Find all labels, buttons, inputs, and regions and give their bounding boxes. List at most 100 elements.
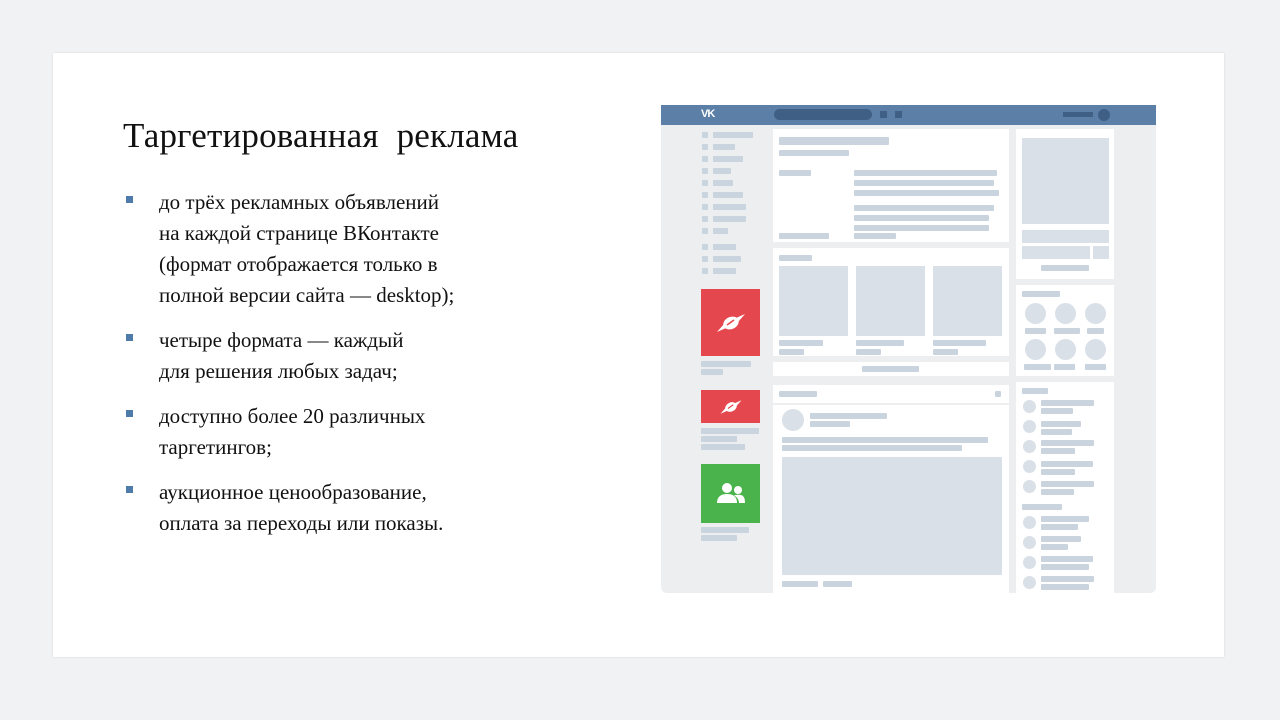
candy-icon	[716, 313, 745, 332]
ad-block-2[interactable]	[701, 390, 760, 423]
ad-text	[701, 527, 749, 533]
friend-name	[1087, 328, 1104, 334]
ad-block-3[interactable]	[701, 464, 760, 523]
slide: Таргетированная реклама до трёх рекламны…	[53, 53, 1224, 657]
menu-label	[713, 132, 753, 138]
menu-label	[713, 168, 731, 174]
bullet-line: аукционное ценообразование,	[159, 480, 427, 504]
group-name	[1041, 400, 1094, 406]
friend-name	[1025, 328, 1046, 334]
profile-photo[interactable]	[1022, 138, 1109, 224]
photo-thumb[interactable]	[856, 266, 925, 336]
friends-title	[1022, 291, 1060, 297]
post-date	[810, 421, 850, 427]
group-avatar[interactable]	[1023, 440, 1036, 453]
menu-label	[713, 244, 736, 250]
menu-icon	[702, 204, 708, 210]
bullet-item: доступно более 20 различных таргетингов;	[123, 401, 543, 463]
group-avatar[interactable]	[1023, 536, 1036, 549]
post-author-avatar[interactable]	[782, 409, 804, 431]
group-name	[1041, 516, 1089, 522]
friend-avatar[interactable]	[1085, 339, 1106, 360]
post-action[interactable]	[823, 581, 852, 587]
photo-thumb[interactable]	[933, 266, 1002, 336]
menu-label	[713, 204, 746, 210]
bullet-line: полной версии сайта — desktop);	[159, 283, 455, 307]
menu-label	[713, 180, 733, 186]
mockup-header: VK	[661, 105, 1156, 125]
group-meta	[1041, 544, 1068, 550]
menu-label	[713, 156, 743, 162]
profile-name	[779, 137, 889, 145]
avatar-icon	[1098, 109, 1110, 121]
group-meta	[1041, 524, 1078, 530]
bullet-list: до трёх рекламных объявлений на каждой с…	[123, 187, 543, 553]
friend-name	[1085, 364, 1106, 370]
group-avatar[interactable]	[1023, 556, 1036, 569]
group-meta	[1041, 469, 1075, 475]
post-author-name	[810, 413, 887, 419]
group-name	[1041, 461, 1093, 467]
photos-show-all[interactable]	[773, 362, 1009, 376]
ad-text	[701, 361, 751, 367]
friend-avatar[interactable]	[1085, 303, 1106, 324]
menu-icon	[702, 228, 708, 234]
menu-icon	[702, 256, 708, 262]
ad-text	[701, 535, 737, 541]
post-action[interactable]	[782, 581, 818, 587]
more-button[interactable]	[1093, 246, 1109, 259]
groups-subtitle	[1022, 504, 1062, 510]
friend-avatar[interactable]	[1025, 303, 1046, 324]
friends-block	[1016, 285, 1114, 376]
group-avatar[interactable]	[1023, 460, 1036, 473]
group-avatar[interactable]	[1023, 400, 1036, 413]
bullet-item: четыре формата — каждый для решения любы…	[123, 325, 543, 387]
info-value	[854, 215, 989, 221]
avatar-caption	[1041, 265, 1089, 271]
group-avatar[interactable]	[1023, 516, 1036, 529]
group-avatar[interactable]	[1023, 576, 1036, 589]
music-icon	[895, 111, 902, 118]
group-name	[1041, 440, 1094, 446]
bullet-line: на каждой странице ВКонтакте	[159, 221, 439, 245]
add-friend-button[interactable]	[1022, 246, 1090, 259]
menu-icon	[702, 192, 708, 198]
bell-icon	[880, 111, 887, 118]
group-name	[1041, 481, 1094, 487]
friend-name	[1054, 328, 1080, 334]
menu-icon	[702, 168, 708, 174]
group-name	[1041, 576, 1094, 582]
menu-icon	[702, 144, 708, 150]
friend-avatar[interactable]	[1025, 339, 1046, 360]
friend-avatar[interactable]	[1055, 303, 1076, 324]
bullet-line: оплата за переходы или показы.	[159, 511, 444, 535]
bullet-line: четыре формата — каждый	[159, 328, 404, 352]
message-button[interactable]	[1022, 230, 1109, 243]
bullet-marker	[126, 196, 133, 203]
menu-label	[713, 228, 728, 234]
group-avatar[interactable]	[1023, 420, 1036, 433]
vk-logo: VK	[701, 108, 715, 120]
group-meta	[1041, 408, 1073, 414]
group-meta	[1041, 429, 1072, 435]
groups-title	[1022, 388, 1048, 394]
menu-icon	[702, 268, 708, 274]
friend-name	[1054, 364, 1075, 370]
info-value	[854, 190, 999, 196]
photo-caption	[856, 340, 904, 346]
mockup-username	[1063, 112, 1093, 117]
photo-thumb[interactable]	[779, 266, 848, 336]
group-avatar[interactable]	[1023, 480, 1036, 493]
bullet-line: для решения любых задач;	[159, 359, 398, 383]
ad-block-1[interactable]	[701, 289, 760, 356]
community-icon	[716, 482, 745, 503]
vk-page-mockup: VK	[661, 105, 1156, 593]
group-meta	[1041, 564, 1089, 570]
bullet-item: до трёх рекламных объявлений на каждой с…	[123, 187, 543, 311]
info-link	[854, 233, 896, 239]
ad-text	[701, 369, 723, 375]
friend-avatar[interactable]	[1055, 339, 1076, 360]
filter-icon[interactable]	[995, 391, 1001, 397]
post-image[interactable]	[782, 457, 1002, 575]
photo-caption	[856, 349, 881, 355]
